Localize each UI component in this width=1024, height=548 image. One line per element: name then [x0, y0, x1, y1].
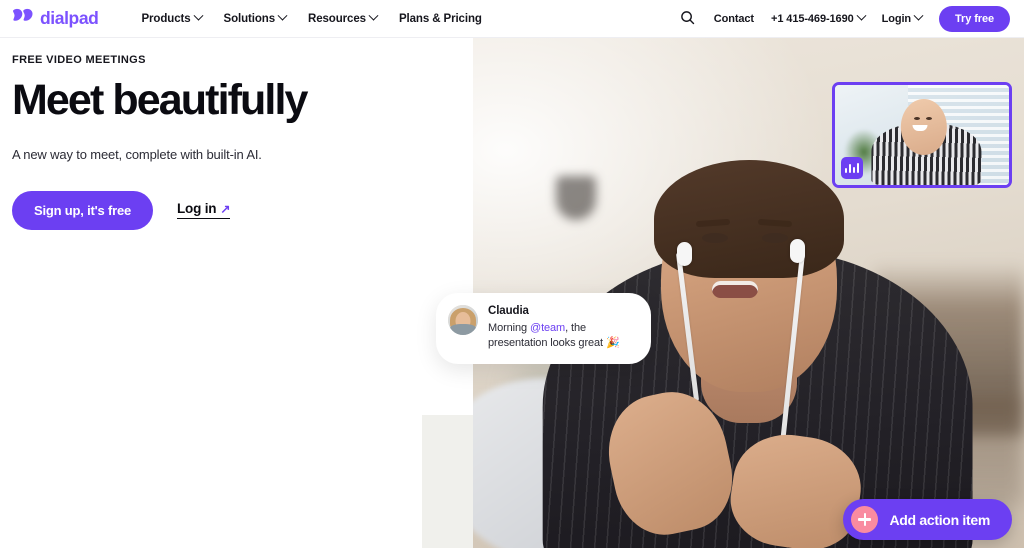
hero-eyebrow: FREE VIDEO MEETINGS — [12, 54, 146, 66]
nav-item-login-label: Login — [881, 12, 912, 25]
primary-nav-links: Products Solutions Resources Plans & Pri… — [141, 10, 482, 25]
chat-message-card[interactable]: Claudia Morning @team, the presentation … — [436, 293, 651, 365]
chat-mention[interactable]: @team — [530, 322, 565, 334]
landing-page: dialpad Products Solutions Resources Pla… — [0, 0, 1024, 548]
nav-item-phone-label: +1 415-469-1690 — [771, 12, 854, 25]
chevron-down-icon — [368, 10, 379, 21]
nav-item-contact[interactable]: Contact — [714, 13, 754, 25]
nav-item-resources-label: Resources — [308, 12, 366, 25]
plus-icon — [851, 506, 879, 533]
add-action-item-label: Add action item — [889, 511, 990, 528]
sign-up-button[interactable]: Sign up, it's free — [12, 190, 154, 230]
chevron-down-icon — [193, 10, 203, 21]
chat-author-name: Claudia — [488, 305, 529, 317]
waveform-bar — [852, 167, 856, 173]
log-in-link-label: Log in — [177, 201, 217, 217]
waveform-bar — [856, 163, 860, 173]
audio-waveform-icon[interactable] — [841, 157, 863, 179]
hero-section: FREE VIDEO MEETINGS Meet beautifully A n… — [0, 38, 430, 230]
chevron-down-icon — [277, 10, 288, 21]
avatar — [448, 305, 478, 335]
earphone-left — [676, 242, 692, 266]
nav-item-products-label: Products — [141, 12, 191, 25]
brand-logo[interactable]: dialpad — [12, 8, 99, 29]
search-button[interactable] — [679, 10, 697, 28]
dialpad-bubbles-icon — [12, 8, 34, 29]
chevron-down-icon — [913, 10, 924, 21]
brand-wordmark: dialpad — [40, 8, 99, 28]
chat-message-body: Claudia Morning @team, the presentation … — [488, 305, 637, 351]
log-in-link[interactable]: Log in ↗ — [177, 201, 231, 220]
arrow-up-right-icon: ↗ — [220, 201, 231, 216]
avatar-body — [450, 324, 476, 335]
hero-subtitle: A new way to meet, complete with built-i… — [12, 146, 262, 162]
nav-item-phone[interactable]: +1 415-469-1690 — [771, 10, 867, 25]
chat-message-text: Morning @team, the presentation looks gr… — [488, 321, 637, 351]
nav-item-plans-pricing[interactable]: Plans & Pricing — [399, 13, 482, 25]
nav-item-resources[interactable]: Resources — [308, 10, 379, 25]
secondary-nav-links: Contact +1 415-469-1690 Login Try free — [679, 5, 1010, 32]
page-title: Meet beautifully — [12, 76, 308, 124]
picture-in-picture-video[interactable] — [832, 82, 1012, 188]
try-free-button[interactable]: Try free — [939, 5, 1010, 32]
top-navigation-bar: dialpad Products Solutions Resources Pla… — [0, 0, 1024, 38]
participant-mouth — [712, 280, 759, 298]
nav-item-solutions[interactable]: Solutions — [223, 10, 288, 25]
nav-item-products[interactable]: Products — [141, 10, 203, 25]
add-action-item-button[interactable]: Add action item — [843, 499, 1012, 540]
nav-item-solutions-label: Solutions — [223, 12, 276, 25]
search-icon — [680, 10, 695, 28]
decorative-panel — [422, 415, 474, 548]
chevron-down-icon — [856, 10, 867, 21]
chat-text-before: Morning — [488, 322, 530, 334]
waveform-bar — [844, 168, 848, 173]
earphone-right — [789, 239, 805, 264]
waveform-bar — [848, 164, 852, 173]
hero-cta-group: Sign up, it's free Log in ↗ — [12, 190, 418, 230]
nav-item-login[interactable]: Login — [881, 10, 924, 25]
